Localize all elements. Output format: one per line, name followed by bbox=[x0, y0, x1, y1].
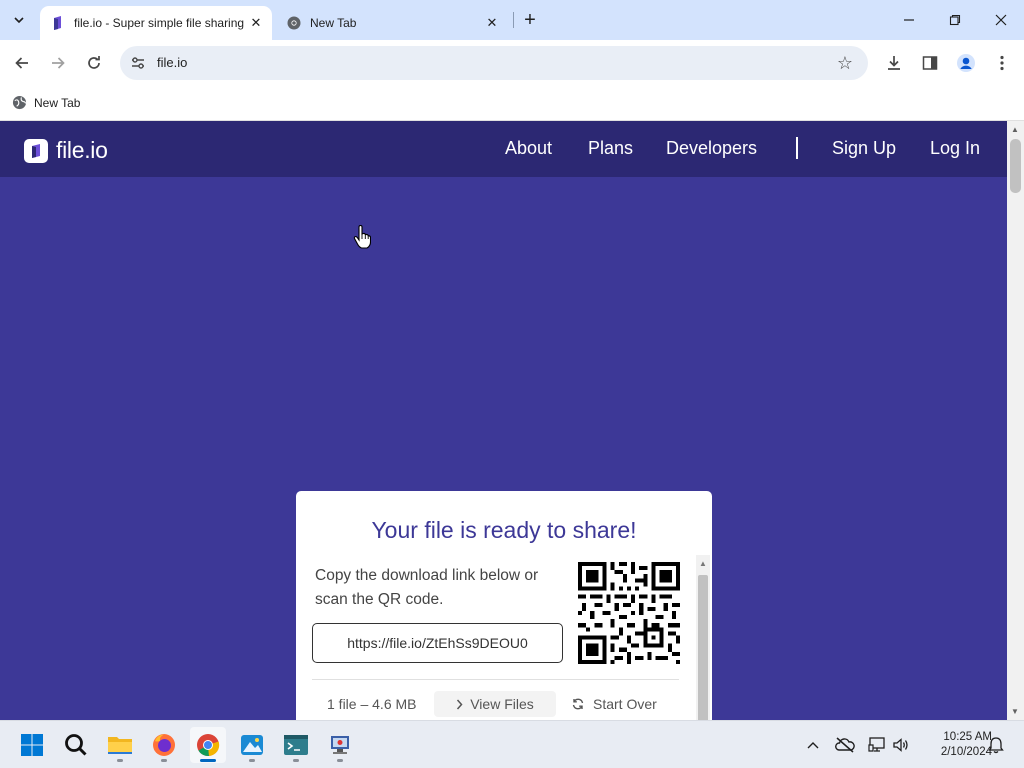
fileio-logo[interactable]: file.io bbox=[24, 137, 108, 164]
tab-new-tab[interactable]: New Tab ✕ bbox=[276, 6, 508, 40]
bookmark-label: New Tab bbox=[34, 96, 81, 110]
side-panel-icon[interactable] bbox=[917, 50, 943, 76]
address-bar[interactable]: file.io ☆ bbox=[120, 46, 868, 80]
site-header: file.io About Plans Developers Sign Up L… bbox=[0, 121, 1007, 177]
clock-date: 2/10/2024 bbox=[940, 746, 992, 758]
minimize-icon[interactable] bbox=[886, 0, 932, 40]
card-title: Your file is ready to share! bbox=[371, 517, 637, 543]
fileio-logo-icon bbox=[24, 138, 48, 163]
tab-title: New Tab bbox=[310, 16, 357, 30]
fileio-favicon-icon bbox=[50, 15, 66, 31]
page-scrollbar[interactable]: ▲ ▼ bbox=[1007, 121, 1024, 720]
tab-close-icon[interactable]: ✕ bbox=[246, 13, 266, 33]
tab-strip: file.io - Super simple file sharing ✕ Ne… bbox=[0, 0, 1024, 40]
start-icon[interactable] bbox=[14, 727, 50, 763]
active-indicator bbox=[200, 759, 216, 762]
view-files-label: View Files bbox=[470, 696, 534, 712]
tab-title: file.io - Super simple file sharing bbox=[74, 16, 245, 30]
nav-log-in-link[interactable]: Log In bbox=[930, 138, 980, 159]
file-explorer-icon[interactable] bbox=[102, 727, 138, 763]
scroll-up-arrow-icon[interactable]: ▲ bbox=[1011, 125, 1019, 134]
search-icon[interactable] bbox=[58, 727, 94, 763]
nav-about-link[interactable]: About bbox=[505, 138, 552, 159]
page-scrollbar-thumb[interactable] bbox=[1010, 139, 1021, 193]
nav-sign-up-link[interactable]: Sign Up bbox=[832, 138, 896, 159]
menu-kebab-icon[interactable] bbox=[989, 50, 1015, 76]
firefox-icon[interactable] bbox=[146, 727, 182, 763]
url-text: file.io bbox=[157, 55, 188, 70]
nav-divider bbox=[796, 137, 798, 159]
share-instructions: Copy the download link below or scan the… bbox=[315, 567, 539, 608]
network-manager-icon[interactable] bbox=[322, 727, 358, 763]
photos-icon[interactable] bbox=[234, 727, 270, 763]
start-over-label: Start Over bbox=[593, 696, 657, 712]
tab-separator bbox=[513, 12, 514, 28]
site-info-icon[interactable] bbox=[128, 53, 148, 73]
forward-icon[interactable] bbox=[43, 48, 73, 78]
chevron-right-icon bbox=[456, 699, 463, 710]
chrome-favicon-icon bbox=[286, 15, 302, 31]
running-indicator bbox=[293, 759, 299, 762]
view-files-button[interactable]: View Files bbox=[434, 691, 556, 717]
file-summary-text: 1 file – 4.6 MB bbox=[327, 696, 417, 712]
clock-time: 10:25 AM bbox=[943, 731, 992, 743]
notification-bell-icon[interactable] bbox=[986, 735, 1006, 755]
running-indicator bbox=[249, 759, 255, 762]
download-icon[interactable] bbox=[881, 50, 907, 76]
hand-cursor-icon bbox=[353, 225, 371, 249]
scroll-down-arrow-icon[interactable]: ▼ bbox=[1011, 707, 1019, 716]
reload-icon[interactable] bbox=[79, 48, 109, 78]
chrome-icon[interactable] bbox=[190, 727, 226, 763]
chevron-up-icon[interactable] bbox=[803, 735, 823, 755]
page-viewport: file.io About Plans Developers Sign Up L… bbox=[0, 121, 1007, 720]
volume-icon[interactable] bbox=[891, 735, 911, 755]
new-tab-button[interactable]: + bbox=[518, 8, 542, 32]
bookmarks-bar: New Tab bbox=[0, 86, 1024, 121]
back-icon[interactable] bbox=[7, 48, 37, 78]
running-indicator bbox=[337, 759, 343, 762]
logo-text: file.io bbox=[56, 137, 108, 163]
globe-icon bbox=[12, 95, 28, 111]
running-indicator bbox=[117, 759, 123, 762]
terminal-icon[interactable] bbox=[278, 727, 314, 763]
taskbar: 10:25 AM 2/10/2024 bbox=[0, 720, 1024, 768]
bookmark-new-tab[interactable]: New Tab bbox=[12, 93, 80, 113]
refresh-icon bbox=[572, 698, 584, 710]
running-indicator bbox=[161, 759, 167, 762]
card-divider bbox=[312, 679, 679, 680]
card-scrollbar-thumb[interactable] bbox=[698, 575, 708, 720]
scroll-up-arrow-icon[interactable]: ▲ bbox=[699, 559, 707, 568]
nav-developers-link[interactable]: Developers bbox=[666, 138, 757, 159]
share-card: Your file is ready to share! Copy the do… bbox=[296, 491, 712, 720]
start-over-button[interactable]: Start Over bbox=[572, 691, 657, 717]
profile-avatar-icon[interactable] bbox=[953, 50, 979, 76]
browser-toolbar: file.io ☆ bbox=[0, 40, 1024, 86]
network-icon[interactable] bbox=[867, 735, 887, 755]
onedrive-offline-icon[interactable] bbox=[835, 735, 855, 755]
tab-fileio[interactable]: file.io - Super simple file sharing ✕ bbox=[40, 6, 272, 40]
close-window-icon[interactable] bbox=[978, 0, 1024, 40]
qr-code bbox=[578, 562, 680, 664]
file-summary: 1 file – 4.6 MB bbox=[327, 691, 417, 717]
tab-close-icon[interactable]: ✕ bbox=[482, 13, 502, 33]
restore-icon[interactable] bbox=[932, 0, 978, 40]
card-scrollbar[interactable]: ▲ bbox=[696, 555, 710, 720]
tab-search-dropdown-icon[interactable] bbox=[6, 8, 32, 32]
nav-plans-link[interactable]: Plans bbox=[588, 138, 633, 159]
bookmark-star-icon[interactable]: ☆ bbox=[834, 52, 856, 74]
system-clock[interactable]: 10:25 AM 2/10/2024 bbox=[918, 730, 992, 760]
download-link-field[interactable]: https://file.io/ZtEhSs9DEOU0 bbox=[312, 623, 563, 663]
